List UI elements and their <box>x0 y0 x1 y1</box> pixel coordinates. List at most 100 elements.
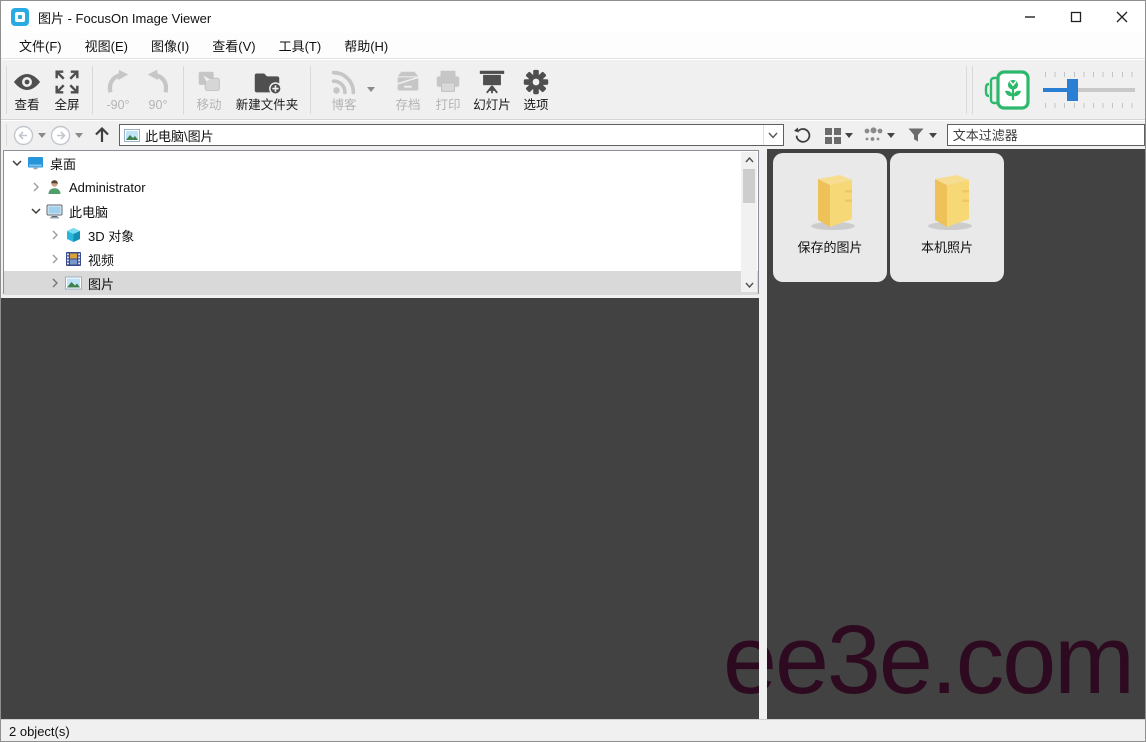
archive-icon <box>393 67 423 97</box>
tree-item-videos[interactable]: 视频 <box>4 247 758 271</box>
folder-tile-saved-pictures[interactable]: 保存的图片 <box>773 153 887 282</box>
minimize-button[interactable] <box>1007 1 1053 33</box>
app-icon <box>11 8 29 26</box>
maximize-icon <box>1070 11 1082 23</box>
chevron-down-icon <box>929 133 937 138</box>
close-button[interactable] <box>1099 1 1145 33</box>
filter-button[interactable] <box>905 122 927 148</box>
fullscreen-button[interactable]: 全屏 <box>47 62 87 118</box>
chevron-down-icon <box>845 133 853 138</box>
addressbar-grip <box>6 124 7 146</box>
gear-icon <box>521 67 551 97</box>
tree-item-label: 视频 <box>88 250 114 269</box>
slider-handle[interactable] <box>1067 79 1078 101</box>
cube-icon <box>65 227 82 243</box>
tree-item-label: 桌面 <box>50 154 76 173</box>
up-button[interactable] <box>91 122 113 148</box>
blog-dropdown-button[interactable] <box>364 62 378 118</box>
expander-expanded-icon[interactable] <box>12 160 22 167</box>
slider-ticks <box>1045 72 1133 77</box>
scroll-down-icon[interactable] <box>741 277 757 292</box>
slider-ticks <box>1045 103 1133 108</box>
sort-dropdown[interactable] <box>885 122 897 148</box>
address-dropdown-button[interactable] <box>763 125 783 145</box>
menu-help[interactable]: 帮助(H) <box>335 32 397 59</box>
main-area: 桌面 Administrator <box>1 149 1145 719</box>
tree-item-desktop[interactable]: 桌面 <box>4 151 758 175</box>
app-window: 图片 - FocusOn Image Viewer 文件(F) 视图(E) 图像… <box>0 0 1146 742</box>
blog-button: 博客 <box>324 62 364 118</box>
sort-button[interactable] <box>861 122 885 148</box>
close-icon <box>1116 11 1128 23</box>
chevron-down-icon <box>38 133 46 138</box>
address-combobox[interactable]: 此电脑\图片 <box>119 124 784 146</box>
maximize-button[interactable] <box>1053 1 1099 33</box>
filter-dropdown[interactable] <box>927 122 939 148</box>
folder-tile-label: 本机照片 <box>921 237 973 256</box>
preview-pane <box>1 298 759 719</box>
folder-tile-label: 保存的图片 <box>797 237 862 256</box>
thumbnail-size-icon <box>983 68 1035 112</box>
chevron-down-icon <box>367 87 375 92</box>
pane-splitter[interactable] <box>759 149 767 719</box>
statusbar: 2 object(s) <box>1 719 1145 742</box>
menu-file[interactable]: 文件(F) <box>10 32 71 59</box>
sort-dots-icon <box>863 127 883 143</box>
expander-collapsed-icon[interactable] <box>31 182 41 192</box>
address-path[interactable]: 此电脑\图片 <box>145 126 763 145</box>
rotate-left-icon <box>103 67 133 97</box>
toolbar-separator <box>972 66 973 114</box>
move-button: 移动 <box>189 62 229 118</box>
view-mode-button[interactable] <box>822 122 843 148</box>
back-icon <box>13 125 34 146</box>
toolbar-separator <box>310 66 311 114</box>
new-folder-button[interactable]: 新建文件夹 <box>229 62 305 118</box>
tree-item-label: 此电脑 <box>69 202 108 221</box>
options-button[interactable]: 选项 <box>516 62 556 118</box>
refresh-button[interactable] <box>792 122 814 148</box>
menubar: 文件(F) 视图(E) 图像(I) 查看(V) 工具(T) 帮助(H) <box>1 33 1145 59</box>
print-button: 打印 <box>428 62 468 118</box>
up-arrow-icon <box>93 126 111 144</box>
scrollbar-thumb[interactable] <box>743 169 755 203</box>
back-button <box>11 122 36 148</box>
folder-icon <box>914 171 980 233</box>
view-button[interactable]: 查看 <box>7 62 47 118</box>
forward-history-button[interactable] <box>73 122 85 148</box>
back-history-button[interactable] <box>36 122 48 148</box>
expander-collapsed-icon[interactable] <box>50 230 60 240</box>
toolbar: 查看 全屏 -90° 90° <box>1 60 1145 120</box>
tree-item-pictures[interactable]: 图片 <box>4 271 758 295</box>
expander-collapsed-icon[interactable] <box>50 254 60 264</box>
tree-item-this-pc[interactable]: 此电脑 <box>4 199 758 223</box>
toolbar-separator <box>966 66 967 114</box>
menu-view-panel[interactable]: 视图(E) <box>76 32 137 59</box>
expander-collapsed-icon[interactable] <box>50 278 60 288</box>
thumbnail-size-slider[interactable] <box>1043 65 1135 115</box>
rotate-right-button: 90° <box>138 62 178 118</box>
computer-icon <box>46 203 63 219</box>
tree-scrollbar[interactable] <box>741 152 757 292</box>
text-filter-input[interactable] <box>947 124 1145 146</box>
chevron-down-icon <box>768 132 778 139</box>
tree-item-label: 3D 对象 <box>88 226 134 245</box>
move-icon <box>194 67 224 97</box>
tree-item-administrator[interactable]: Administrator <box>4 175 758 199</box>
tree-item-3d-objects[interactable]: 3D 对象 <box>4 223 758 247</box>
menu-tools[interactable]: 工具(T) <box>270 32 331 59</box>
menu-view[interactable]: 查看(V) <box>203 32 264 59</box>
slideshow-icon <box>477 67 507 97</box>
scroll-up-icon[interactable] <box>741 152 757 167</box>
pictures-icon <box>65 275 82 291</box>
tree-item-label: Administrator <box>69 180 146 195</box>
fullscreen-icon <box>52 67 82 97</box>
view-mode-dropdown[interactable] <box>843 122 855 148</box>
address-bar: 此电脑\图片 <box>1 121 1145 149</box>
eye-icon <box>10 67 44 97</box>
folder-tile-camera-roll[interactable]: 本机照片 <box>890 153 1004 282</box>
user-icon <box>46 179 63 195</box>
menu-image[interactable]: 图像(I) <box>142 32 198 59</box>
expander-expanded-icon[interactable] <box>31 208 41 215</box>
slideshow-button[interactable]: 幻灯片 <box>468 62 516 118</box>
folder-tree: 桌面 Administrator <box>3 150 759 294</box>
